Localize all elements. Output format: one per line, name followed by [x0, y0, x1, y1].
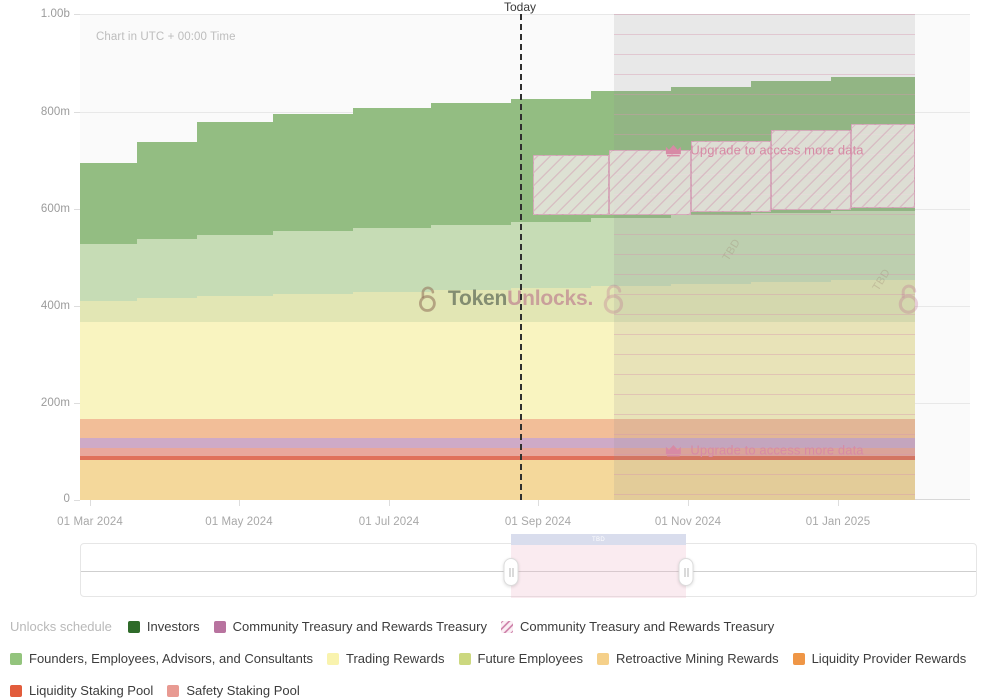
legend-item-trading-rewards[interactable]: Trading Rewards	[327, 647, 445, 671]
legend-item-label: Future Employees	[478, 647, 584, 671]
legend-swatch	[327, 653, 339, 665]
handle-grip-line	[512, 568, 513, 577]
y-axis-label-1b: 1.00b	[10, 8, 70, 20]
legend-item-liquidity-provider-rewards[interactable]: Liquidity Provider Rewards	[793, 647, 967, 671]
legend-item-label: Safety Staking Pool	[186, 679, 299, 699]
upgrade-banner-top[interactable]: Upgrade to access more data	[664, 143, 863, 158]
token-unlocks-chart-page: { "chart_data": { "type": "area", "title…	[0, 0, 984, 699]
legend-item-label: Retroactive Mining Rewards	[616, 647, 779, 671]
legend-item-community-treasury-future[interactable]: Community Treasury and Rewards Treasury	[501, 615, 774, 639]
handle-grip-line	[687, 568, 688, 577]
legend-item-future-employees[interactable]: Future Employees	[459, 647, 584, 671]
x-tick	[239, 500, 240, 506]
legend-swatch	[459, 653, 471, 665]
x-axis-label-mar-2024: 01 Mar 2024	[57, 516, 123, 528]
legend-swatch	[128, 621, 140, 633]
y-axis-label-400m: 400m	[10, 300, 70, 312]
range-handle-right[interactable]	[679, 558, 694, 586]
legend-item-community-treasury[interactable]: Community Treasury and Rewards Treasury	[214, 615, 487, 639]
legend-item-founders-employees-advisors-consultants[interactable]: Founders, Employees, Advisors, and Consu…	[10, 647, 313, 671]
legend-title: Unlocks schedule	[10, 615, 112, 639]
y-axis-label-800m: 800m	[10, 106, 70, 118]
legend-item-label: Liquidity Staking Pool	[29, 679, 153, 699]
chart-legend[interactable]: Unlocks schedule Investors Community Tre…	[10, 615, 978, 699]
gridline	[80, 14, 970, 15]
legend-swatch-hatched	[501, 621, 513, 633]
y-axis-label-200m: 200m	[10, 397, 70, 409]
x-axis-label-jul-2024: 01 Jul 2024	[359, 516, 420, 528]
upgrade-banner-label: Upgrade to access more data	[690, 143, 863, 158]
x-tick	[538, 500, 539, 506]
legend-item-retroactive-mining-rewards[interactable]: Retroactive Mining Rewards	[597, 647, 779, 671]
x-tick	[838, 500, 839, 506]
legend-item-label: Founders, Employees, Advisors, and Consu…	[29, 647, 313, 671]
plot-area[interactable]: TBD TBD TBD TBD Upgrade to access more d…	[80, 14, 970, 500]
legend-swatch	[793, 653, 805, 665]
legend-swatch	[10, 653, 22, 665]
x-tick	[90, 500, 91, 506]
legend-item-investors[interactable]: Investors	[128, 615, 200, 639]
y-tick	[74, 500, 80, 501]
time-range-slider[interactable]: TBD	[80, 543, 977, 597]
y-axis-label-600m: 600m	[10, 203, 70, 215]
today-marker-line	[520, 14, 522, 500]
handle-grip-line	[509, 568, 510, 577]
crown-icon	[664, 143, 682, 157]
x-tick	[688, 500, 689, 506]
legend-swatch	[167, 685, 179, 697]
legend-item-label: Liquidity Provider Rewards	[812, 647, 967, 671]
legend-swatch	[597, 653, 609, 665]
x-tick	[389, 500, 390, 506]
slider-track[interactable]: TBD	[80, 543, 977, 597]
y-axis-label-0: 0	[10, 493, 70, 505]
range-handle-left[interactable]	[504, 558, 519, 586]
legend-item-safety-staking-pool[interactable]: Safety Staking Pool	[167, 679, 299, 699]
x-axis-label-may-2024: 01 May 2024	[205, 516, 273, 528]
upgrade-banner-bottom[interactable]: Upgrade to access more data	[664, 443, 863, 458]
today-marker-label: Today	[504, 0, 536, 14]
x-axis-label-sep-2024: 01 Sep 2024	[505, 516, 571, 528]
unlocks-chart[interactable]: 1.00b 800m 600m 400m 200m 0	[0, 0, 984, 535]
crown-icon	[664, 443, 682, 457]
legend-item-label: Community Treasury and Rewards Treasury	[233, 615, 487, 639]
handle-grip-line	[684, 568, 685, 577]
legend-swatch	[10, 685, 22, 697]
x-axis-label-jan-2025: 01 Jan 2025	[806, 516, 870, 528]
x-axis-label-nov-2024: 01 Nov 2024	[655, 516, 721, 528]
legend-item-label: Community Treasury and Rewards Treasury	[520, 615, 774, 639]
legend-swatch	[214, 621, 226, 633]
legend-item-label: Investors	[147, 615, 200, 639]
slider-range-tooltip: TBD	[511, 534, 686, 545]
legend-item-liquidity-staking-pool[interactable]: Liquidity Staking Pool	[10, 679, 153, 699]
utc-time-note: Chart in UTC + 00:00 Time	[96, 31, 236, 43]
legend-item-label: Trading Rewards	[346, 647, 445, 671]
slider-selected-range[interactable]	[511, 544, 686, 598]
upgrade-banner-label: Upgrade to access more data	[690, 443, 863, 458]
